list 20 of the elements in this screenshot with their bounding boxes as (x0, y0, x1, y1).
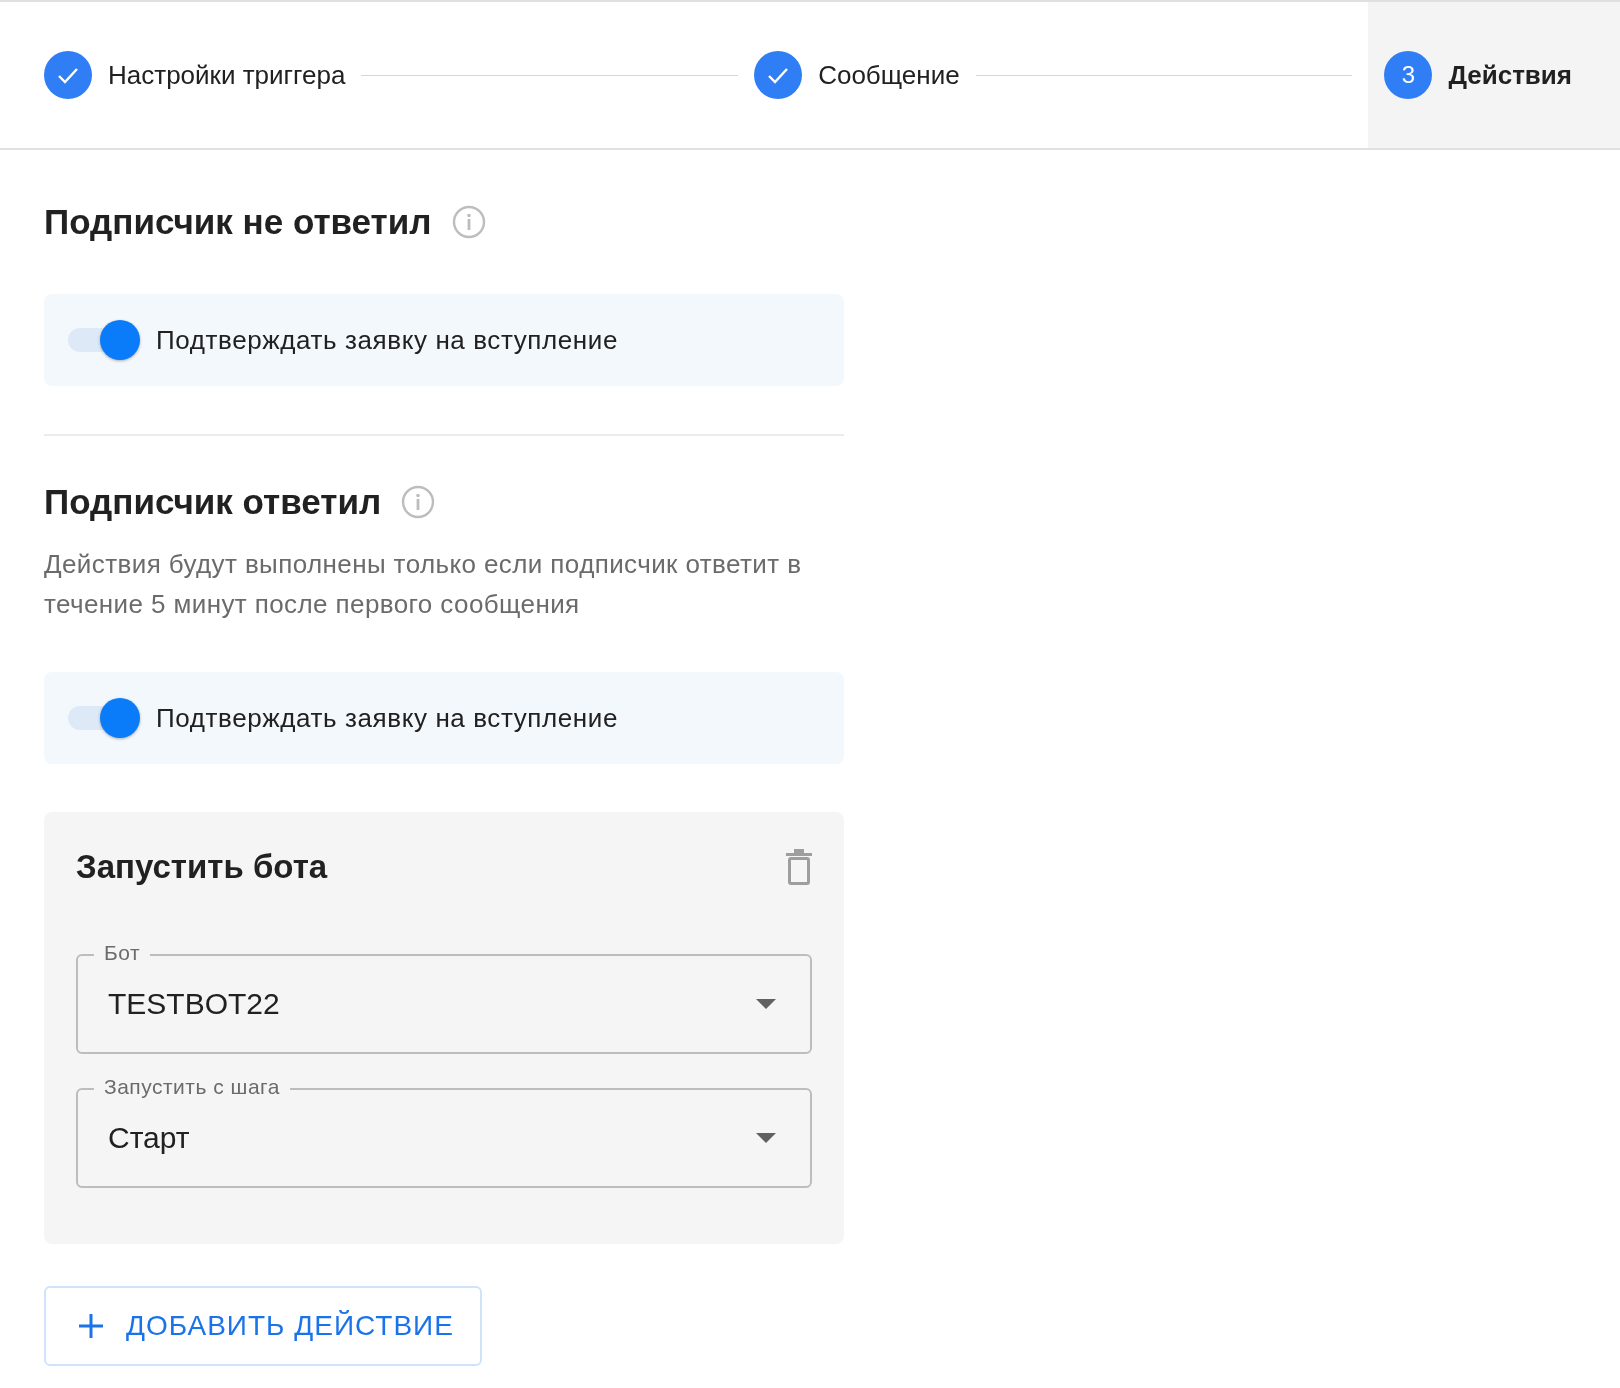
add-action-button[interactable]: ДОБАВИТЬ ДЕЙСТВИЕ (44, 1286, 482, 1366)
info-icon[interactable] (401, 485, 436, 519)
toggle-switch[interactable] (68, 700, 140, 736)
trash-icon[interactable] (786, 849, 812, 885)
toggle-switch[interactable] (68, 322, 140, 358)
step-tab[interactable]: Сообщение (754, 2, 976, 148)
step-tab[interactable]: 3 Действия (1368, 2, 1620, 148)
dropdown-caret-icon (756, 999, 776, 1009)
step-tab[interactable]: Настройки триггера (44, 2, 362, 148)
section-title: Подписчик не ответил (44, 202, 432, 242)
toggle-label: Подтверждать заявку на вступление (156, 324, 618, 356)
dropdown-caret-icon (756, 1133, 776, 1143)
info-icon[interactable] (451, 205, 486, 239)
section-description: Действия будут выполнены только если подписчик ответит в течение 5 минут после первого сообщения (44, 548, 803, 621)
toggle-label: Подтверждать заявку на вступление (156, 702, 618, 734)
section-title: Подписчик ответил (44, 482, 382, 522)
action-title: Запустить бота (76, 848, 328, 886)
check-icon (754, 51, 803, 99)
check-icon (44, 51, 92, 99)
plus-icon (78, 1313, 104, 1339)
